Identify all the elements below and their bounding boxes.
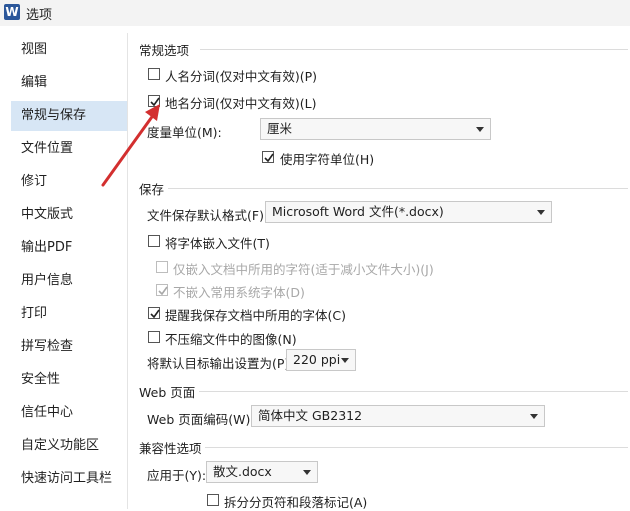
annotation-arrow-icon bbox=[101, 104, 160, 187]
